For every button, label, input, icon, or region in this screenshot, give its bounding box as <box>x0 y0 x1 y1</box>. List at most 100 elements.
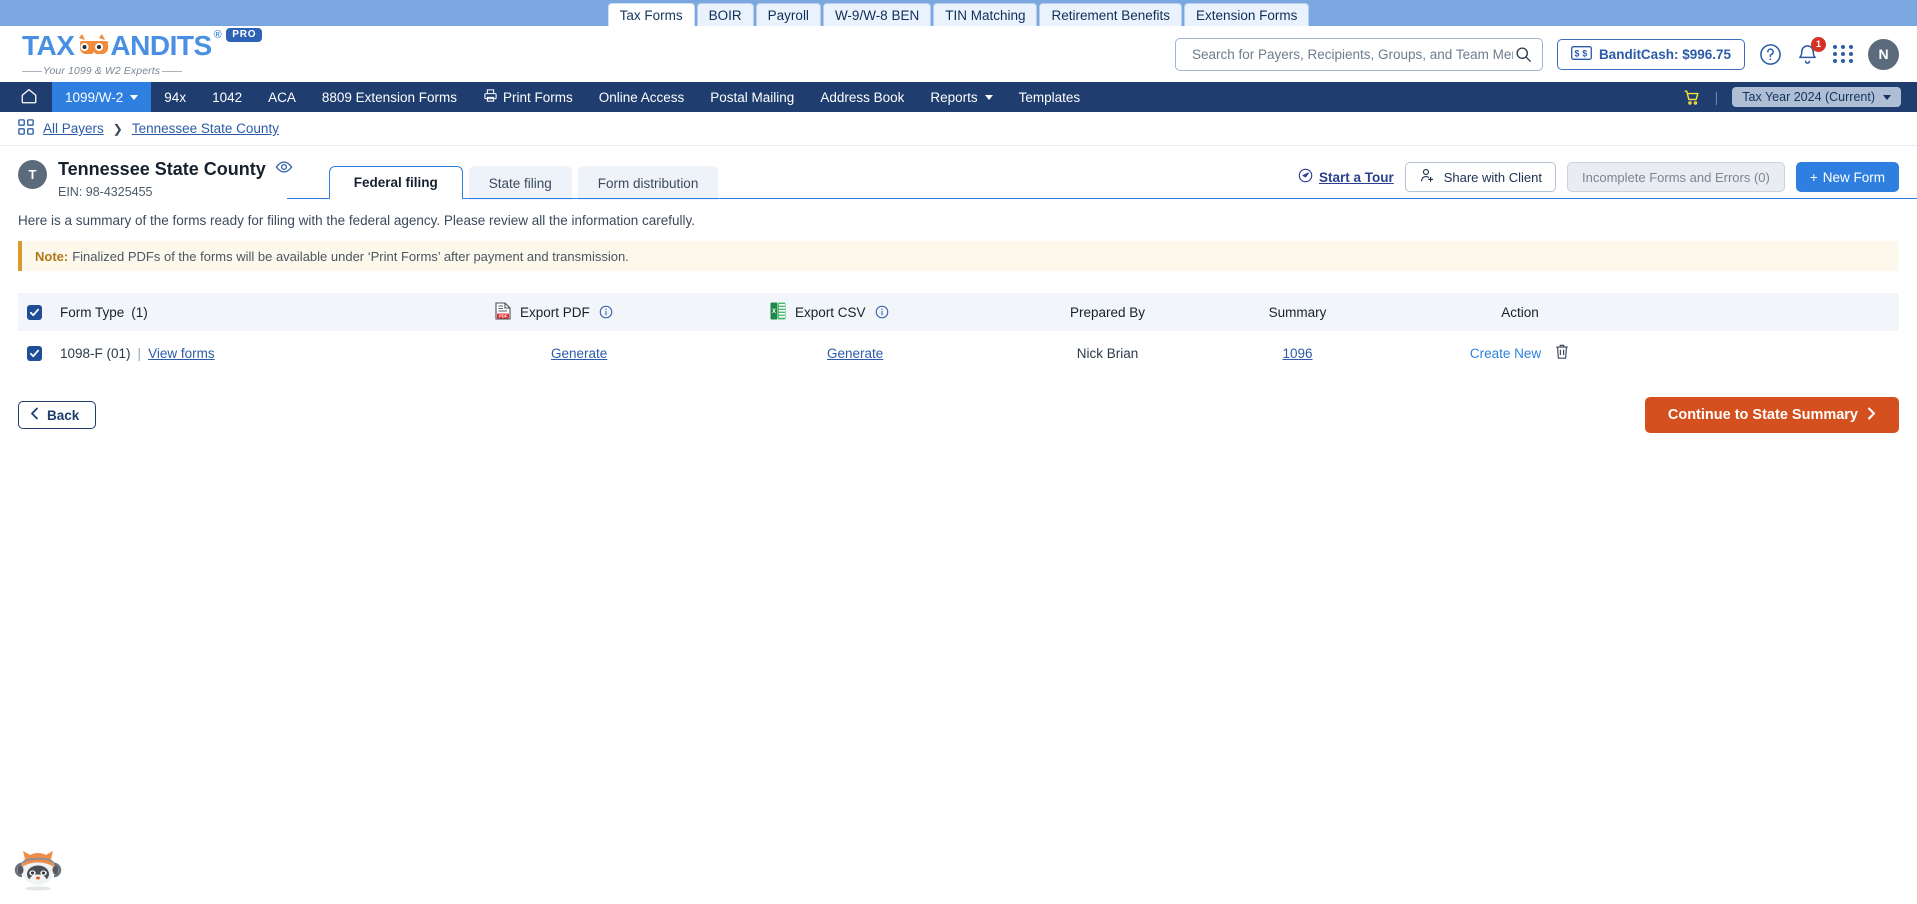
nav-item-reports[interactable]: Reports <box>917 82 1005 112</box>
bell-icon[interactable]: 1 <box>1796 36 1826 66</box>
cell-separator: | <box>137 345 142 361</box>
product-tab-label: Retirement Benefits <box>1051 7 1171 23</box>
product-tab-extension-forms[interactable]: Extension Forms <box>1184 3 1310 26</box>
product-tab-payroll[interactable]: Payroll <box>755 3 821 26</box>
summary-1096-link[interactable]: 1096 <box>1282 346 1312 361</box>
product-tab-label: TIN Matching <box>945 7 1026 23</box>
info-icon[interactable] <box>875 305 889 319</box>
breadcrumb: All Payers ❯ Tennessee State County <box>0 112 1917 146</box>
column-prepared-by: Prepared By <box>1069 304 1146 320</box>
product-tab-boir[interactable]: BOIR <box>696 3 754 26</box>
column-summary: Summary <box>1268 304 1327 320</box>
nav-item-8809-extension-forms[interactable]: 8809 Extension Forms <box>309 82 470 112</box>
search-icon[interactable] <box>1515 46 1532 63</box>
share-with-client-label: Share with Client <box>1443 169 1542 185</box>
tax-year-selector[interactable]: Tax Year 2024 (Current) <box>1732 87 1901 107</box>
logo[interactable]: TAX ANDITS ® PRO —— Your 1099 & W2 Exper… <box>22 27 263 77</box>
select-all-checkbox[interactable] <box>27 304 42 320</box>
notification-badge: 1 <box>1811 36 1826 52</box>
start-tour-label: Start a Tour <box>1318 169 1394 185</box>
product-tab-retirement-benefits[interactable]: Retirement Benefits <box>1039 3 1183 26</box>
user-avatar[interactable]: N <box>1868 38 1899 70</box>
table-row: 1098-F (01) | View forms Generate Genera… <box>18 331 1899 375</box>
cash-bill-icon: $ $ <box>1570 45 1592 63</box>
nav-item-print-forms[interactable]: Print Forms <box>470 82 586 112</box>
shopping-cart-icon[interactable] <box>1682 88 1701 107</box>
tab-federal-filing[interactable]: Federal filing <box>328 166 463 200</box>
share-with-client-button[interactable]: Share with Client <box>1404 162 1556 192</box>
page-title: Tennessee State County <box>58 158 266 179</box>
view-forms-link[interactable]: View forms <box>148 346 215 361</box>
apps-grid-icon[interactable] <box>1833 45 1854 63</box>
product-tab-label: Extension Forms <box>1196 7 1298 23</box>
chevron-right-icon <box>1867 407 1876 424</box>
column-export-csv: X Export CSV <box>770 302 1015 323</box>
nav-home[interactable] <box>20 82 52 112</box>
nav-label: 94x <box>164 89 187 105</box>
product-tab-label: Payroll <box>767 7 809 23</box>
product-tab-w9-w8ben[interactable]: W-9/W-8 BEN <box>822 3 932 26</box>
nav-item-address-book[interactable]: Address Book <box>807 82 917 112</box>
nav-item-1099-w2[interactable]: 1099/W-2 <box>52 82 152 112</box>
logo-wordmark: TAX ANDITS ® PRO <box>22 27 263 63</box>
user-add-icon <box>1419 167 1436 187</box>
cell-export-pdf: Generate <box>495 346 770 361</box>
incomplete-forms-button[interactable]: Incomplete Forms and Errors (0) <box>1567 162 1785 192</box>
nav-item-94x[interactable]: 94x <box>151 82 199 112</box>
payer-info: Tennessee State County EIN: 98-4325455 <box>58 158 293 199</box>
nav-item-1042[interactable]: 1042 <box>199 82 255 112</box>
generate-pdf-link[interactable]: Generate <box>551 346 607 361</box>
search-box[interactable] <box>1174 37 1543 71</box>
cell-prepared-by: Nick Brian <box>1076 345 1139 361</box>
nav-label: Address Book <box>820 89 905 105</box>
logo-text-left: TAX <box>22 29 75 61</box>
back-button[interactable]: Back <box>18 401 97 429</box>
product-tab-tin-matching[interactable]: TIN Matching <box>933 3 1038 26</box>
tab-form-distribution[interactable]: Form distribution <box>577 166 719 200</box>
create-new-link[interactable]: Create New <box>1470 346 1541 361</box>
breadcrumb-item-current-payer[interactable]: Tennessee State County <box>132 121 279 136</box>
nav-item-online-access[interactable]: Online Access <box>586 82 698 112</box>
trash-icon[interactable] <box>1554 343 1570 363</box>
header-action-group: Start a Tour Share with Client Incomplet… <box>1298 158 1899 192</box>
raccoon-mascot-icon <box>14 851 62 891</box>
filing-tabs: Federal filing State filing Form distrib… <box>328 158 719 200</box>
note-banner: Note: Finalized PDFs of the forms will b… <box>18 241 1899 271</box>
product-tab-tax-forms[interactable]: Tax Forms <box>607 3 695 26</box>
payer-name-row: Tennessee State County <box>58 158 293 181</box>
info-icon[interactable] <box>599 305 613 319</box>
breadcrumb-item-all-payers[interactable]: All Payers <box>43 121 104 136</box>
product-tab-strip: Tax Forms BOIR Payroll W-9/W-8 BEN TIN M… <box>0 0 1917 26</box>
product-tab-label: BOIR <box>708 7 742 23</box>
start-tour-button[interactable]: Start a Tour <box>1298 168 1394 186</box>
form-type-count: (1) <box>131 304 148 320</box>
question-circle-icon[interactable] <box>1759 43 1782 66</box>
nav-item-postal-mailing[interactable]: Postal Mailing <box>697 82 807 112</box>
continue-to-state-summary-button[interactable]: Continue to State Summary <box>1644 397 1899 433</box>
bandit-cash-button[interactable]: $ $ BanditCash: $996.75 <box>1556 38 1745 70</box>
nav-item-aca[interactable]: ACA <box>255 82 309 112</box>
plus-icon: + <box>1809 169 1818 185</box>
chevron-down-icon <box>1883 94 1891 100</box>
column-label: Form Type <box>60 304 125 320</box>
chat-support-widget[interactable] <box>14 850 62 892</box>
nav-item-templates[interactable]: Templates <box>1006 82 1094 112</box>
tab-state-filing[interactable]: State filing <box>468 166 572 200</box>
tab-underline <box>287 197 1917 199</box>
payer-avatar: T <box>18 160 47 189</box>
generate-csv-link[interactable]: Generate <box>827 346 883 361</box>
new-form-label: New Form <box>1822 169 1885 185</box>
nav-label: Print Forms <box>502 89 573 105</box>
tax-year-label: Tax Year 2024 (Current) <box>1742 90 1875 104</box>
grid-apps-icon[interactable] <box>18 119 34 138</box>
eye-icon[interactable] <box>275 158 293 181</box>
row-checkbox[interactable] <box>27 345 42 361</box>
tab-label: Form distribution <box>597 175 699 191</box>
nav-label: Templates <box>1018 89 1081 105</box>
column-action: Action <box>1501 304 1539 320</box>
back-label: Back <box>47 407 80 423</box>
search-input[interactable] <box>1189 45 1515 63</box>
logo-tagline: —— Your 1099 & W2 Experts —— <box>22 64 182 77</box>
new-form-button[interactable]: + New Form <box>1795 162 1899 192</box>
svg-text:X: X <box>772 309 776 315</box>
